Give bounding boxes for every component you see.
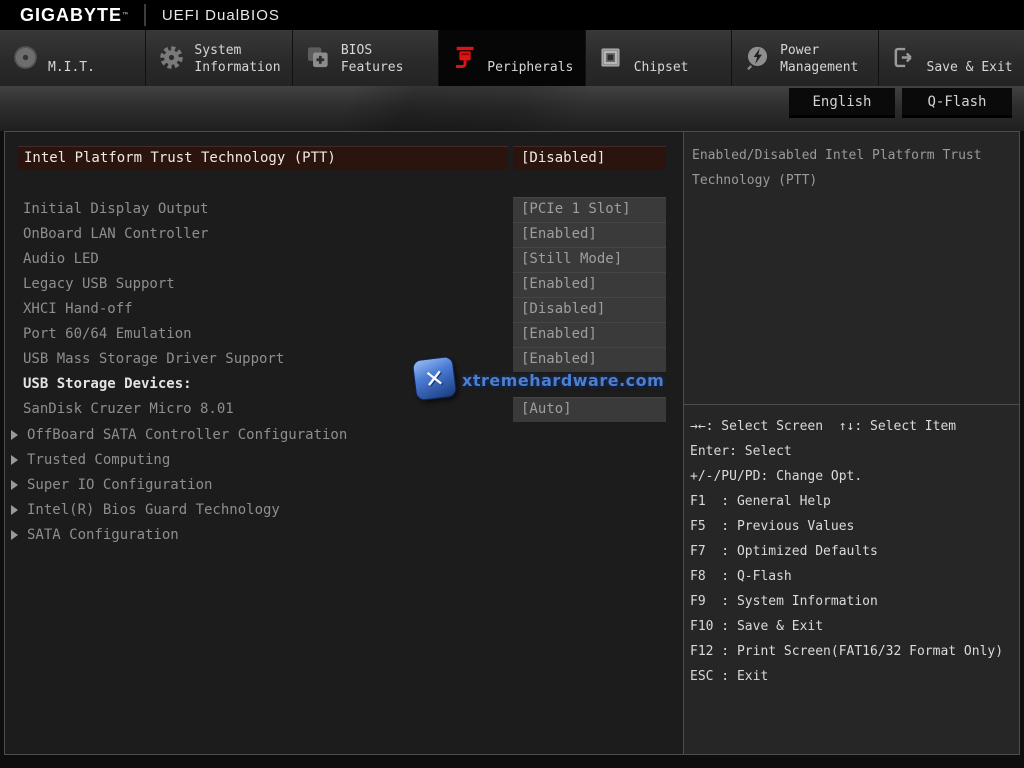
setting-row-xhci-handoff[interactable]: XHCI Hand-off [Disabled] <box>5 297 683 322</box>
settings-list: Intel Platform Trust Technology (PTT) [D… <box>5 132 684 754</box>
key-legend-line: ESC : Exit <box>690 669 769 684</box>
topbar-divider <box>143 4 146 26</box>
setting-row-port-6064[interactable]: Port 60/64 Emulation [Enabled] <box>5 322 683 347</box>
setting-value[interactable]: [Enabled] <box>513 347 666 372</box>
save-exit-icon <box>889 36 919 79</box>
key-legend-line: F8 : Q-Flash <box>690 569 792 584</box>
setting-row-sandisk-device[interactable]: SanDisk Cruzer Micro 8.01 [Auto] <box>5 397 683 422</box>
setting-value[interactable]: [Disabled] <box>513 146 666 170</box>
setting-row-audio-led[interactable]: Audio LED [Still Mode] <box>5 247 683 272</box>
key-legend-line: →←: Select Screen ↑↓: Select Item <box>690 419 957 434</box>
setting-value[interactable]: [Enabled] <box>513 222 666 247</box>
submenu-arrow-icon <box>11 504 18 515</box>
power-management-icon <box>742 36 772 79</box>
toolbar-band: English Q-Flash <box>0 86 1024 131</box>
bios-features-icon <box>303 36 333 79</box>
setting-value[interactable]: [Still Mode] <box>513 247 666 272</box>
firmware-title: UEFI DualBIOS <box>161 6 280 24</box>
language-button[interactable]: English <box>789 88 895 118</box>
tab-mit[interactable]: M.I.T. <box>0 30 147 86</box>
key-legend-line: F7 : Optimized Defaults <box>690 544 878 559</box>
system-information-icon <box>156 36 186 79</box>
setting-row-initial-display-output[interactable]: Initial Display Output [PCIe 1 Slot] <box>5 197 683 222</box>
trademark-symbol: ™ <box>123 10 128 20</box>
setting-value[interactable]: [PCIe 1 Slot] <box>513 197 666 222</box>
key-legend: →←: Select Screen ↑↓: Select Item Enter:… <box>684 405 1019 689</box>
setting-label: Intel Platform Trust Technology (PTT) <box>18 146 508 170</box>
key-legend-line: F9 : System Information <box>690 594 878 609</box>
tab-bios-features[interactable]: BIOS Features <box>292 30 440 86</box>
key-legend-line: F1 : General Help <box>690 494 831 509</box>
item-help-description: Enabled/Disabled Intel Platform Trust Te… <box>684 132 1019 405</box>
tab-save-exit[interactable]: Save & Exit <box>878 30 1024 86</box>
tab-peripherals[interactable]: Peripherals <box>439 30 586 86</box>
setting-row-usb-mass-storage[interactable]: USB Mass Storage Driver Support [Enabled… <box>5 347 683 372</box>
setting-value[interactable]: [Enabled] <box>513 272 666 297</box>
setting-row-onboard-lan[interactable]: OnBoard LAN Controller [Enabled] <box>5 222 683 247</box>
submenu-trusted-computing[interactable]: Trusted Computing <box>5 447 683 472</box>
bios-tab-bar: M.I.T. System Information BIOS Features … <box>0 30 1024 86</box>
peripherals-icon <box>449 36 479 79</box>
tab-power-management[interactable]: Power Management <box>732 30 879 86</box>
usb-storage-devices-header: USB Storage Devices: <box>23 376 192 392</box>
key-legend-line: F10 : Save & Exit <box>690 619 824 634</box>
qflash-button[interactable]: Q-Flash <box>902 88 1012 118</box>
submenu-bios-guard[interactable]: Intel(R) Bios Guard Technology <box>5 497 683 522</box>
key-legend-line: Enter: Select <box>690 444 792 459</box>
gigabyte-logo: GIGABYTE <box>20 4 123 25</box>
setting-row-ptt-selected[interactable]: Intel Platform Trust Technology (PTT) [D… <box>5 146 683 170</box>
submenu-arrow-icon <box>11 479 18 490</box>
submenu-arrow-icon <box>11 429 18 440</box>
chipset-icon <box>596 36 626 79</box>
help-panel: Enabled/Disabled Intel Platform Trust Te… <box>684 132 1019 754</box>
setting-value[interactable]: [Auto] <box>513 397 666 422</box>
key-legend-line: F5 : Previous Values <box>690 519 855 534</box>
submenu-arrow-icon <box>11 454 18 465</box>
main-panel: Intel Platform Trust Technology (PTT) [D… <box>4 131 1020 755</box>
mit-icon <box>10 36 40 79</box>
tab-chipset[interactable]: Chipset <box>585 30 733 86</box>
submenu-offboard-sata[interactable]: OffBoard SATA Controller Configuration <box>5 422 683 447</box>
key-legend-line: F12 : Print Screen(FAT16/32 Format Only) <box>690 644 1004 659</box>
tab-system-information[interactable]: System Information <box>146 30 293 86</box>
setting-value[interactable]: [Disabled] <box>513 297 666 322</box>
key-legend-line: +/-/PU/PD: Change Opt. <box>690 469 863 484</box>
submenu-sata-configuration[interactable]: SATA Configuration <box>5 522 683 547</box>
submenu-super-io[interactable]: Super IO Configuration <box>5 472 683 497</box>
setting-row-legacy-usb[interactable]: Legacy USB Support [Enabled] <box>5 272 683 297</box>
submenu-arrow-icon <box>11 529 18 540</box>
setting-value[interactable]: [Enabled] <box>513 322 666 347</box>
top-bar: GIGABYTE ™ UEFI DualBIOS <box>0 0 1024 30</box>
